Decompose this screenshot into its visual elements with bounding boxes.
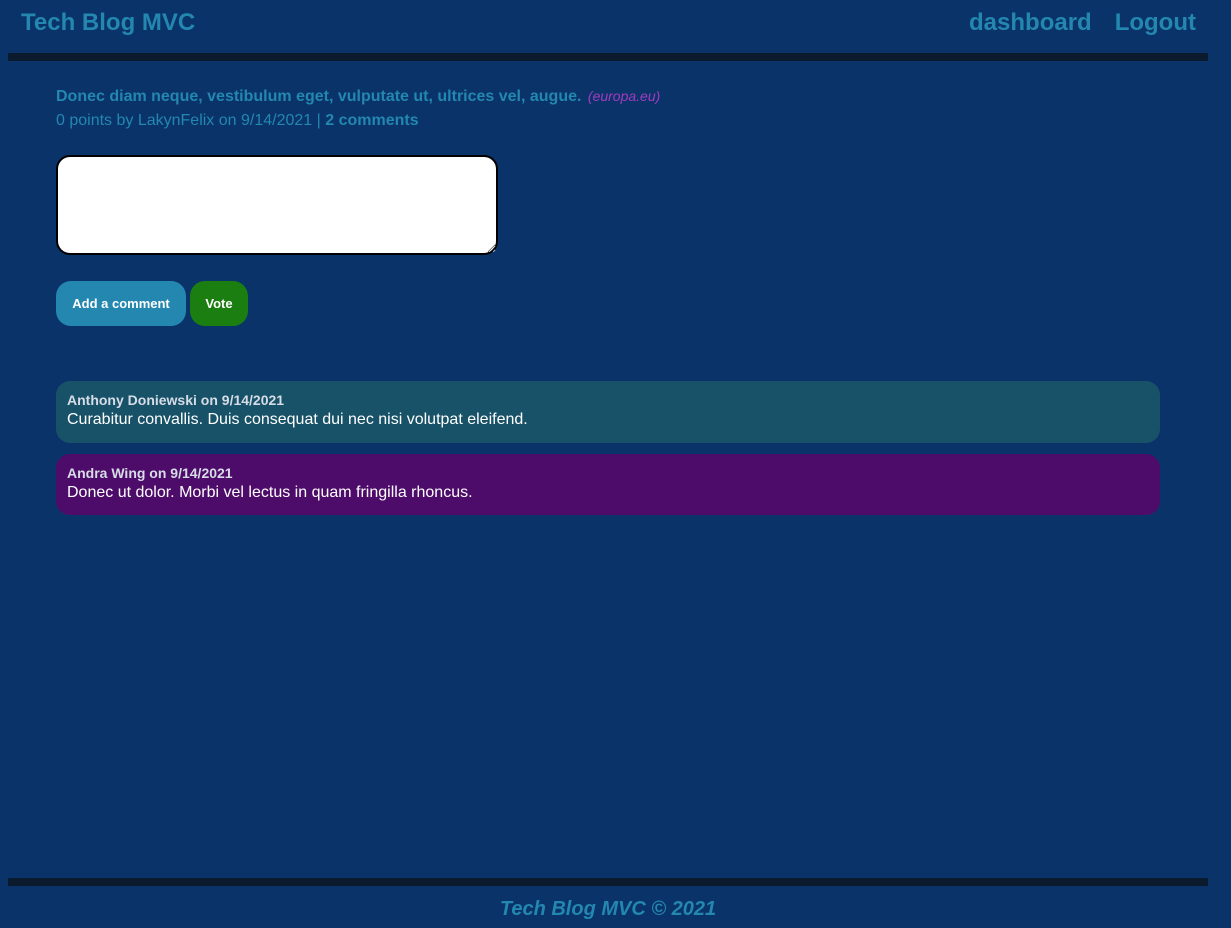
comment-item: Andra Wing on 9/14/2021 Donec ut dolor. … xyxy=(56,454,1160,515)
footer-divider xyxy=(8,878,1208,886)
post-actions: Add a comment Vote xyxy=(56,281,248,326)
comment-text: Curabitur convallis. Duis consequat dui … xyxy=(67,411,528,428)
add-comment-button[interactable]: Add a comment xyxy=(56,281,186,326)
nav-dashboard-link[interactable]: dashboard xyxy=(969,9,1092,37)
post-meta: 0 points by LakynFelix on 9/14/2021 | 2 … xyxy=(56,111,1160,131)
post-title[interactable]: Donec diam neque, vestibulum eget, vulpu… xyxy=(56,88,581,105)
post: Donec diam neque, vestibulum eget, vulpu… xyxy=(56,86,1160,131)
main-nav: dashboard Logout xyxy=(969,9,1196,37)
vote-button[interactable]: Vote xyxy=(190,281,248,326)
comments-list: Anthony Doniewski on 9/14/2021 Curabitur… xyxy=(56,381,1160,526)
post-title-line: Donec diam neque, vestibulum eget, vulpu… xyxy=(56,86,1160,107)
header-divider xyxy=(8,53,1208,61)
post-source: (europa.eu) xyxy=(587,88,661,104)
comment-textarea[interactable] xyxy=(56,155,498,255)
comment-text: Donec ut dolor. Morbi vel lectus in quam… xyxy=(67,484,473,501)
site-footer: Tech Blog MVC © 2021 xyxy=(499,898,717,920)
site-header: Tech Blog MVC dashboard Logout xyxy=(0,0,1231,53)
post-meta-text: 0 points by LakynFelix on 9/14/2021 | xyxy=(56,112,326,129)
comment-author: Andra Wing on 9/14/2021 xyxy=(67,465,233,481)
site-title-link[interactable]: Tech Blog MVC xyxy=(21,9,195,37)
comments-count-link[interactable]: 2 comments xyxy=(325,112,418,129)
comment-item: Anthony Doniewski on 9/14/2021 Curabitur… xyxy=(56,381,1160,443)
comment-author: Anthony Doniewski on 9/14/2021 xyxy=(67,392,285,408)
nav-logout-link[interactable]: Logout xyxy=(1115,9,1196,37)
